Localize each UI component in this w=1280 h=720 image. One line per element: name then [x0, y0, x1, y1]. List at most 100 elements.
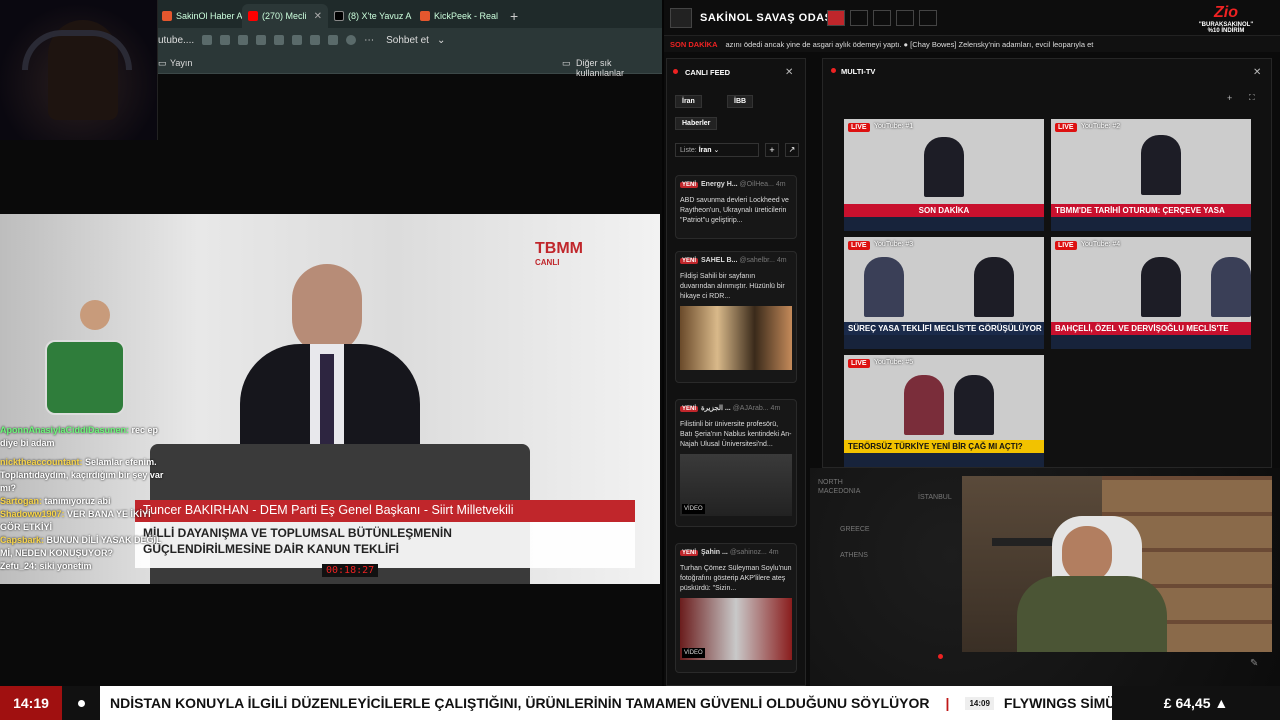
feed-tab-iran[interactable]: İran: [675, 95, 702, 108]
stream-ticker-bar: [844, 335, 1044, 349]
stream-ticker-bar: [844, 217, 1044, 231]
live-badge: LIVE: [1055, 241, 1077, 250]
ticker-text: azını ödedi ancak yine de asgari aylık ö…: [725, 40, 1094, 49]
extension-icon[interactable]: [238, 35, 249, 45]
browser-tab-3[interactable]: (8) X'te Yavuz A✕: [328, 4, 414, 28]
new-badge: YENİ: [680, 182, 699, 188]
video-badge: VİDEO: [682, 648, 705, 658]
alert-toggle-icon[interactable]: [827, 10, 845, 26]
screen: SakinOl Haber A✕ (270) Mecli✕ (8) X'te Y…: [0, 0, 1280, 720]
extension-icon[interactable]: [220, 35, 231, 45]
presenter-figure: [954, 375, 994, 435]
fullscreen-icon[interactable]: ⛶: [1249, 93, 1255, 103]
favorites-icon[interactable]: [328, 35, 339, 45]
map-marker-icon[interactable]: [938, 654, 943, 659]
feed-tab-haberler[interactable]: Haberler: [675, 117, 718, 130]
chevron-down-icon[interactable]: ⌄: [437, 35, 445, 46]
feed-title: CANLI FEED: [685, 68, 730, 77]
sponsor-logo: Zio: [1214, 4, 1238, 21]
list-select-value: İran: [698, 147, 712, 154]
extension-icon[interactable]: [256, 35, 267, 45]
streamer-webcam: [0, 0, 158, 140]
tv-icon[interactable]: [873, 10, 891, 26]
more-icon[interactable]: ⋯: [364, 35, 374, 46]
stream-caption: BAHÇELİ, ÖZEL VE DERVİŞOĞLU MECLİS'TE: [1051, 322, 1251, 335]
card-source: SAHEL B...: [701, 257, 738, 264]
microphone-icon: [992, 538, 1052, 546]
tab-label: SakinOl Haber A: [176, 11, 242, 21]
speaker-figure: [974, 257, 1014, 317]
kickpeek-icon: [420, 11, 430, 21]
stream-name: YouTube: #5: [874, 359, 914, 366]
app-logo: [670, 8, 692, 28]
new-tab-icon[interactable]: +: [500, 8, 528, 28]
chat-username: Zefu_24:: [0, 561, 38, 571]
card-time: 4m: [775, 181, 786, 188]
close-icon[interactable]: ✕: [1253, 67, 1261, 78]
feed-card[interactable]: YENİ Energy H... @OilHea... 4m ABD savunm…: [675, 175, 797, 239]
feed-tab-ibb[interactable]: İBB: [727, 95, 754, 108]
ticker-clock: 14:19: [0, 686, 62, 720]
stream-tile-4[interactable]: LIVE YouTube: #4 BAHÇELİ, ÖZEL VE DERVİŞO…: [1051, 237, 1251, 349]
stream-tile-5[interactable]: LIVE YouTube: #5 TERÖRSÜZ TÜRKİYE YENİ Bİ…: [844, 355, 1044, 467]
close-tab-icon[interactable]: ✕: [314, 11, 322, 22]
live-dot-icon: [831, 68, 836, 73]
card-video-thumbnail[interactable]: VİDEO: [680, 454, 792, 516]
browser-tab-4[interactable]: KickPeek - Real✕: [414, 4, 500, 28]
bookmark-other-favorites[interactable]: Diğer sık kullanılanlar: [576, 58, 662, 78]
card-handle: @AJArab...: [732, 405, 769, 412]
card-source: Energy H...: [701, 181, 738, 188]
browser-tab-2[interactable]: (270) Mecli ✕: [242, 4, 328, 28]
close-icon[interactable]: ✕: [785, 67, 793, 78]
card-text: ABD savunma devleri Lockheed ve Raytheon…: [680, 197, 789, 224]
list-select[interactable]: Liste: İran ⌄: [675, 143, 759, 157]
card-source: الجزيرة ...: [701, 405, 731, 412]
feed-card[interactable]: YENİ SAHEL B... @sahelbr... 4m Fildişi Sa…: [675, 251, 797, 383]
ticker-item-time: 14:09: [965, 696, 994, 710]
speaker-figure: [924, 137, 964, 197]
chat-username: Capsbark:: [0, 535, 45, 545]
chat-message: Shadoww1907: VER BANA YE İKİYİ GÖR ETKİY…: [0, 508, 170, 534]
card-video-thumbnail[interactable]: VİDEO: [680, 598, 792, 660]
edit-icon[interactable]: ✎: [1250, 658, 1258, 669]
extension-icon[interactable]: [292, 35, 303, 45]
stream-tile-3[interactable]: LIVE YouTube: #3 SÜREÇ YASA TEKLİFİ MECLİ…: [844, 237, 1044, 349]
speaker-name-strip: Tuncer BAKIRHAN - DEM Parti Eş Genel Baş…: [135, 500, 635, 522]
add-stream-icon[interactable]: +: [1227, 93, 1232, 103]
stream-tile-2[interactable]: LIVE YouTube: #2 TBMM'DE TARİHİ OTURUM: Ç…: [1051, 119, 1251, 231]
expand-icon[interactable]: ↗: [785, 143, 799, 157]
card-time: 4m: [776, 257, 787, 264]
rss-icon[interactable]: [850, 10, 868, 26]
profile-icon[interactable]: [346, 35, 357, 45]
tbmm-logo: TBMM CANLI: [535, 240, 583, 267]
extension-icon[interactable]: [310, 35, 321, 45]
host-head: [1062, 526, 1112, 582]
bookmark-yayin[interactable]: Yayın: [170, 58, 192, 68]
stream-tile-1[interactable]: LIVE YouTube: #1 SON DAKİKA: [844, 119, 1044, 231]
live-badge: LIVE: [848, 241, 870, 250]
live-badge: LIVE: [848, 359, 870, 368]
add-list-button[interactable]: +: [765, 143, 779, 157]
stats-icon[interactable]: [896, 10, 914, 26]
card-time: 4m: [768, 549, 779, 556]
new-badge: YENİ: [680, 550, 699, 556]
multi-tv-panel: MULTI-TV ✕ + ⛶ LIVE YouTube: #1 SON DAKİK…: [822, 58, 1272, 468]
feed-card[interactable]: YENİ Şahin ... @sahinoz... 4m Turhan Çöme…: [675, 543, 797, 673]
card-image: [680, 306, 792, 370]
top-news-ticker: SON DAKİKA azını ödedi ancak yine de asga…: [664, 36, 1280, 52]
stream-name: YouTube: #3: [874, 241, 914, 248]
browser-tab-1[interactable]: SakinOl Haber A✕: [156, 4, 242, 28]
grid-icon[interactable]: [919, 10, 937, 26]
list-select-label: Liste:: [680, 147, 697, 154]
stream-name: YouTube: #2: [1081, 123, 1121, 130]
stream-caption: SÜREÇ YASA TEKLİFİ MECLİS'TE GÖRÜŞÜLÜYOR: [844, 322, 1044, 335]
stream-caption: TBMM'DE TARİHİ OTURUM: ÇERÇEVE YASA: [1051, 204, 1251, 217]
star-icon[interactable]: [202, 35, 213, 45]
guest-figure: [864, 257, 904, 317]
feed-card[interactable]: YENİ الجزيرة ... @AJArab... 4m Filistinli…: [675, 399, 797, 527]
app-title: SAKİNOL SAVAŞ ODASI: [700, 12, 837, 24]
copilot-chat-button[interactable]: Sohbet et: [386, 35, 429, 46]
extension-icon[interactable]: [274, 35, 285, 45]
address-bar[interactable]: utube....: [158, 35, 194, 46]
ticker-label: SON DAKİKA: [670, 40, 718, 49]
